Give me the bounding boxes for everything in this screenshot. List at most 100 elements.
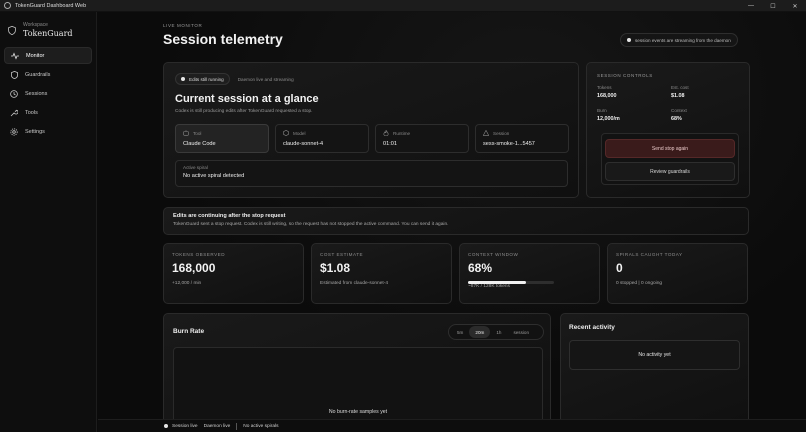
page-title: Session telemetry bbox=[163, 31, 283, 47]
page-eyebrow: LIVE MONITOR bbox=[163, 23, 203, 28]
window-controls: — ☐ ✕ bbox=[740, 0, 806, 11]
tile-value: sess-smoke-1...5457 bbox=[483, 141, 535, 147]
maximize-button[interactable]: ☐ bbox=[762, 0, 784, 12]
tile-value: 01:01 bbox=[383, 141, 397, 147]
metric-value: 68% bbox=[468, 261, 493, 275]
wrench-icon bbox=[10, 109, 18, 117]
burn-stat: Burn 12,000/m bbox=[597, 108, 667, 122]
sidebar: Workspace TokenGuard Monitor Guardrails … bbox=[0, 12, 97, 432]
shield-logo-icon bbox=[8, 26, 16, 35]
stat-value: $1.08 bbox=[671, 93, 685, 99]
gear-icon bbox=[10, 127, 18, 136]
stop-notice-banner: Edits are continuing after the stop requ… bbox=[163, 207, 749, 235]
runtime-tile: Runtime 01:01 bbox=[375, 124, 469, 153]
hero-title: Current session at a glance bbox=[175, 93, 319, 105]
hexagon-icon bbox=[283, 130, 289, 136]
metric-label: TOKENS OBSERVED bbox=[172, 252, 226, 257]
sidebar-item-guardrails[interactable]: Guardrails bbox=[4, 66, 92, 83]
status-session: Session live bbox=[172, 423, 198, 429]
burn-empty-text: No burn-rate samples yet bbox=[328, 409, 388, 415]
spirals-metric-card: SPIRALS CAUGHT TODAY 0 0 stopped | 0 ong… bbox=[607, 243, 748, 304]
daemon-status-text: Daemon live and streaming bbox=[237, 76, 294, 82]
burn-rate-plot: No burn-rate samples yet bbox=[173, 347, 543, 420]
stat-label: Tokens bbox=[597, 85, 612, 90]
metric-label: COST ESTIMATE bbox=[320, 252, 364, 257]
range-5m[interactable]: 5m bbox=[451, 326, 469, 338]
stat-value: 12,000/m bbox=[597, 116, 620, 122]
sidebar-item-monitor[interactable]: Monitor bbox=[4, 47, 92, 64]
range-1h[interactable]: 1h bbox=[490, 326, 507, 338]
metric-sub: Estimated from claude-sonnet-4 bbox=[320, 281, 388, 286]
workspace-label: Workspace bbox=[23, 22, 48, 28]
app-icon bbox=[4, 2, 11, 9]
warning-icon bbox=[483, 130, 489, 136]
main-content: LIVE MONITOR Session telemetry session e… bbox=[98, 12, 806, 420]
session-overview-card: Edits still running Daemon live and stre… bbox=[163, 62, 579, 198]
sidebar-item-label: Monitor bbox=[26, 52, 45, 59]
range-selector: 5m 20m 1h session bbox=[448, 324, 544, 340]
metric-value: 0 bbox=[616, 261, 623, 275]
pulse-icon bbox=[11, 51, 19, 60]
close-button[interactable]: ✕ bbox=[784, 0, 806, 12]
edits-running-badge: Edits still running bbox=[175, 73, 230, 85]
sidebar-item-label: Settings bbox=[25, 128, 45, 135]
cost-stat: Est. cost $1.08 bbox=[671, 85, 741, 99]
model-tile: Model claude-sonnet-4 bbox=[275, 124, 369, 153]
range-session[interactable]: session bbox=[507, 326, 535, 338]
status-daemon: Daemon live bbox=[203, 423, 231, 429]
context-progress-bar bbox=[468, 281, 554, 284]
metric-value: 168,000 bbox=[172, 261, 216, 275]
window-title: TokenGuard Dashboard Web bbox=[15, 2, 87, 9]
stat-label: Burn bbox=[597, 108, 607, 113]
sidebar-item-label: Guardrails bbox=[25, 71, 51, 78]
burn-rate-card: Burn Rate 5m 20m 1h session No burn-rate… bbox=[163, 313, 551, 420]
tokens-stat: Tokens 168,000 bbox=[597, 85, 667, 99]
flame-icon bbox=[383, 130, 389, 136]
spiral-label: Active spiral bbox=[183, 165, 208, 170]
stat-value: 68% bbox=[671, 116, 682, 122]
context-progress-fill bbox=[468, 281, 527, 284]
tool-tile: Tool Claude Code bbox=[175, 124, 269, 153]
activity-empty-box: No activity yet bbox=[569, 340, 740, 370]
notice-title: Edits are continuing after the stop requ… bbox=[173, 213, 286, 219]
status-divider bbox=[236, 422, 238, 430]
context-stat: Context 68% bbox=[671, 108, 741, 122]
metric-value: $1.08 bbox=[320, 261, 351, 275]
stream-status-pill: session events are streaming from the da… bbox=[620, 33, 738, 47]
metric-sub: +12,000 / min bbox=[172, 281, 202, 286]
sidebar-item-sessions[interactable]: Sessions bbox=[4, 85, 92, 102]
burn-rate-title: Burn Rate bbox=[173, 328, 205, 335]
tile-label: Session bbox=[493, 130, 510, 136]
recent-activity-card: Recent activity No activity yet bbox=[560, 313, 749, 420]
range-20m[interactable]: 20m bbox=[469, 326, 491, 338]
minimize-button[interactable]: — bbox=[740, 0, 762, 12]
sidebar-item-settings[interactable]: Settings bbox=[4, 123, 92, 140]
notice-body: TokenGuard sent a stop request. Codex is… bbox=[173, 222, 449, 227]
stat-value: 168,000 bbox=[597, 93, 617, 99]
sidebar-item-label: Sessions bbox=[25, 90, 48, 97]
status-spirals: No active spirals bbox=[243, 423, 279, 429]
hero-subtitle: Codex is still producing edits after Tok… bbox=[175, 109, 313, 114]
metric-sub: 0 stopped | 0 ongoing bbox=[616, 281, 663, 286]
sidebar-item-tools[interactable]: Tools bbox=[4, 104, 92, 121]
brand: Workspace TokenGuard bbox=[0, 12, 96, 38]
status-dot-icon bbox=[164, 424, 168, 428]
review-guardrails-button[interactable]: Review guardrails bbox=[605, 162, 735, 181]
sidebar-item-label: Tools bbox=[25, 109, 38, 116]
status-dot-icon bbox=[627, 38, 631, 42]
clock-icon bbox=[10, 89, 18, 98]
session-tile: Session sess-smoke-1...5457 bbox=[475, 124, 569, 153]
tile-label: Tool bbox=[193, 130, 202, 136]
stream-status-text: session events are streaming from the da… bbox=[635, 37, 731, 43]
session-controls-card: SESSION CONTROLS Tokens 168,000 Est. cos… bbox=[586, 62, 750, 198]
controls-button-group: Send stop again Review guardrails bbox=[601, 133, 739, 185]
tokens-metric-card: TOKENS OBSERVED 168,000 +12,000 / min bbox=[163, 243, 304, 304]
context-metric-card: CONTEXT WINDOW 68% ~87K / 128K tokens bbox=[459, 243, 600, 304]
send-stop-button[interactable]: Send stop again bbox=[605, 139, 735, 158]
badge-text: Edits still running bbox=[189, 76, 224, 82]
cost-metric-card: COST ESTIMATE $1.08 Estimated from claud… bbox=[311, 243, 452, 304]
tile-value: claude-sonnet-4 bbox=[283, 141, 324, 147]
metric-label: SPIRALS CAUGHT TODAY bbox=[616, 252, 683, 257]
tile-value: Claude Code bbox=[183, 141, 216, 147]
status-dot-icon bbox=[181, 77, 185, 81]
